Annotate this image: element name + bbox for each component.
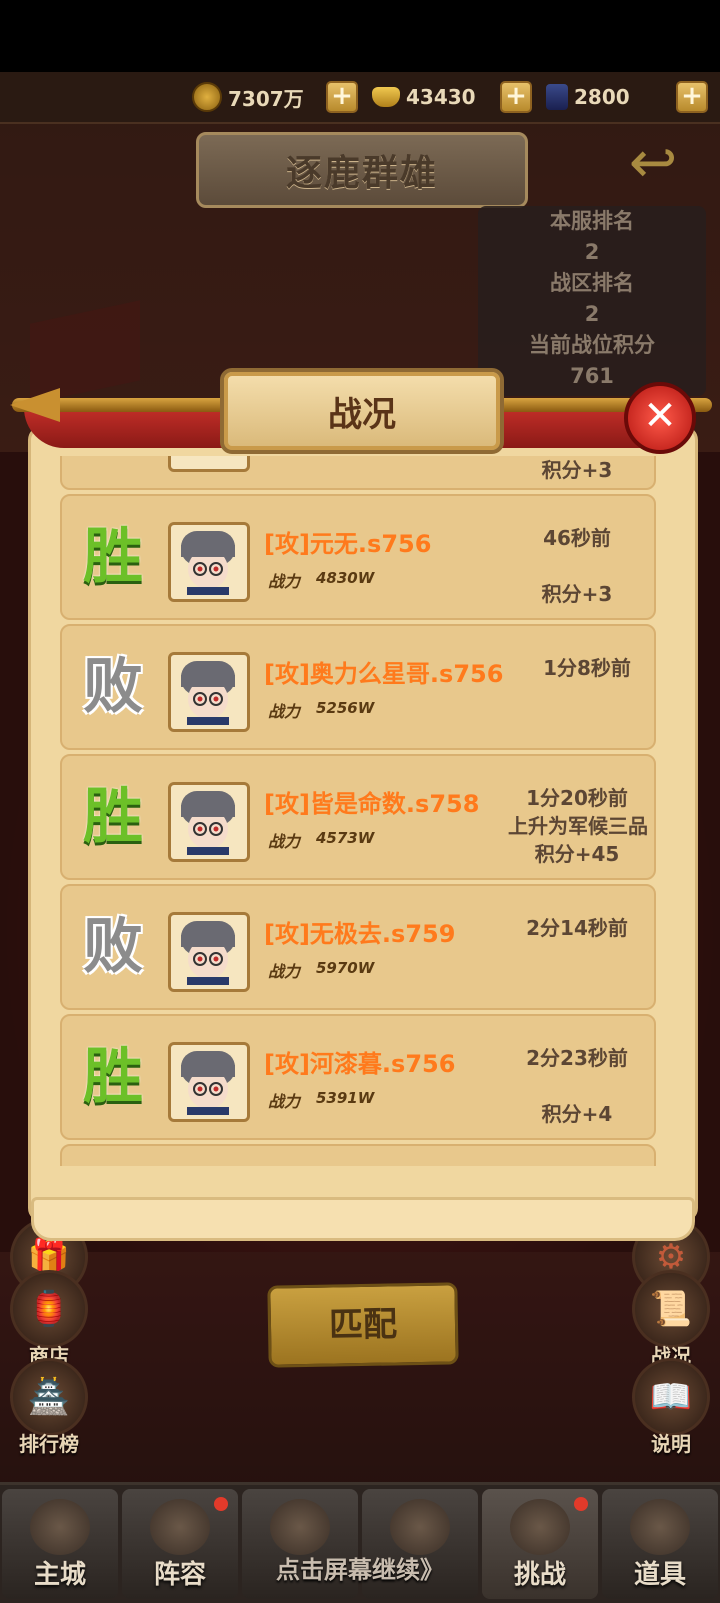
dialog-title: 战况 <box>328 394 396 435</box>
page-title-banner: 逐鹿群雄 <box>196 132 528 208</box>
opponent-name: [攻]元无.s756 <box>264 530 432 558</box>
avatar-portrait-icon <box>181 531 235 595</box>
bag-icon <box>390 1499 450 1555</box>
power-label: 战力 <box>268 572 301 591</box>
power-label: 战力 <box>268 962 301 981</box>
lineup-icon <box>150 1499 210 1555</box>
record-time: 2分23秒前 <box>526 1046 628 1070</box>
score-label: 当前战位积分 <box>529 333 655 357</box>
info-button[interactable]: 📖 说明 <box>628 1358 714 1457</box>
battle-report-dialog: 战况 ✕ 积分+3 胜 [攻]元无.s756 战力 4830W 46秒前 积分+… <box>10 368 712 1241</box>
result-badge: 胜 <box>83 782 143 852</box>
rank-up-text: 上升为军候三品 <box>508 814 648 838</box>
avatar-portrait-icon <box>181 661 235 725</box>
ranking-icon: 🏯 <box>10 1358 88 1436</box>
info-label: 说明 <box>651 1432 691 1456</box>
notification-dot <box>574 1497 588 1511</box>
power-value: 4573W <box>316 829 375 847</box>
power-value: 4830W <box>316 569 375 587</box>
power-value: 5970W <box>316 959 375 977</box>
city-icon <box>30 1499 90 1555</box>
challenge-icon <box>510 1499 570 1555</box>
result-badge: 败 <box>83 912 143 982</box>
list-item: 败 [攻]奥力么星哥.s756 战力 5256W 1分8秒前 <box>60 624 656 750</box>
avatar-portrait-icon <box>181 791 235 855</box>
add-gold-coin-button[interactable]: + <box>326 81 358 113</box>
power-value: 5256W <box>316 699 375 717</box>
opponent-name: [攻]河漆暮.s756 <box>264 1050 456 1078</box>
token-resource: 2800 <box>546 80 630 114</box>
page-title: 逐鹿群雄 <box>285 153 438 194</box>
ranking-label: 排行榜 <box>19 1432 79 1456</box>
avatar <box>168 652 250 732</box>
item-icon <box>630 1499 690 1555</box>
rank-panel: 本服排名 2 战区排名 2 当前战位积分 761 <box>478 206 706 396</box>
record-score: 积分+3 <box>541 458 613 482</box>
resource-bar: 7307万 + 43430 + 2800 + <box>0 72 720 124</box>
dialog-title-plate: 战况 <box>220 368 504 454</box>
avatar <box>168 1042 250 1122</box>
record-time: 46秒前 <box>543 526 611 550</box>
recruit-icon <box>270 1499 330 1555</box>
notification-dot <box>214 1497 228 1511</box>
close-button[interactable]: ✕ <box>624 382 696 454</box>
record-score: 积分+4 <box>541 1102 613 1126</box>
avatar <box>168 782 250 862</box>
server-rank-value: 2 <box>584 240 600 264</box>
record-time: 1分20秒前 <box>526 786 628 810</box>
result-badge: 胜 <box>83 1042 143 1112</box>
gold-coin-resource: 7307万 <box>192 80 304 114</box>
battle-report-button[interactable]: 📜 战况 <box>628 1270 714 1369</box>
list-item: 积分+3 <box>60 456 656 490</box>
continue-hint[interactable]: 点击屏幕继续》 <box>0 1550 720 1585</box>
spear-tip-decoration <box>10 388 60 422</box>
result-badge: 败 <box>83 652 143 722</box>
avatar-portrait-icon <box>181 1051 235 1115</box>
zone-rank-label: 战区排名 <box>550 271 634 295</box>
token-value: 2800 <box>574 85 630 109</box>
back-arrow-icon: ↩ <box>628 128 678 196</box>
gold-ingot-icon <box>372 87 400 107</box>
battle-record-list[interactable]: 积分+3 胜 [攻]元无.s756 战力 4830W 46秒前 积分+3 败 [… <box>54 456 674 1166</box>
scroll-rim <box>31 1197 695 1241</box>
power-label: 战力 <box>268 832 301 851</box>
power-label: 战力 <box>268 702 301 721</box>
list-item: 胜 [攻]元无.s756 战力 4830W 46秒前 积分+3 <box>60 494 656 620</box>
list-item: 胜 [攻]皆是命数.s758 战力 4573W 1分20秒前 上升为军候三品 积… <box>60 754 656 880</box>
record-score: 积分+45 <box>534 842 620 866</box>
server-rank-label: 本服排名 <box>550 209 634 233</box>
gold-coin-value: 7307万 <box>228 86 304 111</box>
add-token-button[interactable]: + <box>676 81 708 113</box>
gold-coin-icon <box>192 82 222 112</box>
list-item: 胜 [攻]河漆暮.s756 战力 5391W 2分23秒前 积分+4 <box>60 1014 656 1140</box>
close-icon: ✕ <box>643 393 677 439</box>
record-time: 2分14秒前 <box>526 916 628 940</box>
power-value: 5391W <box>316 1089 375 1107</box>
gold-ingot-resource: 43430 <box>372 80 476 114</box>
back-button[interactable]: ↩ <box>618 132 688 192</box>
opponent-name: [攻]无极去.s759 <box>264 920 456 948</box>
shop-button[interactable]: 🏮 商店 <box>6 1270 92 1369</box>
gold-ingot-value: 43430 <box>406 85 476 109</box>
ranking-button[interactable]: 🏯 排行榜 <box>6 1358 92 1457</box>
match-button[interactable]: 匹配 <box>267 1282 459 1368</box>
opponent-name: [攻]奥力么星哥.s756 <box>264 660 504 688</box>
avatar <box>168 456 250 472</box>
add-gold-ingot-button[interactable]: + <box>500 81 532 113</box>
record-score: 积分+3 <box>541 582 613 606</box>
battle-report-icon: 📜 <box>632 1270 710 1348</box>
power-label: 战力 <box>268 1092 301 1111</box>
avatar-portrait-icon <box>181 921 235 985</box>
zone-rank-value: 2 <box>584 302 600 326</box>
info-icon: 📖 <box>632 1358 710 1436</box>
list-item: 败 [攻]无极去.s759 战力 5970W 2分14秒前 <box>60 884 656 1010</box>
opponent-name: [攻]皆是命数.s758 <box>264 790 480 818</box>
record-time: 1分8秒前 <box>543 656 631 680</box>
list-item <box>60 1144 656 1166</box>
shop-icon: 🏮 <box>10 1270 88 1348</box>
avatar <box>168 912 250 992</box>
result-badge: 胜 <box>83 522 143 592</box>
avatar <box>168 522 250 602</box>
token-icon <box>546 84 568 110</box>
